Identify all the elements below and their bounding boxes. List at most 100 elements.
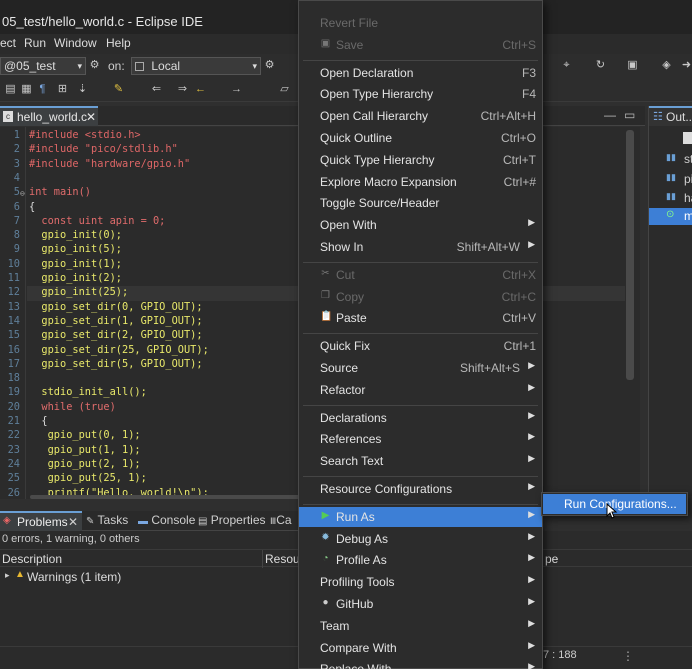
menu-item-debug-as[interactable]: ✹ Debug As ▶ — [299, 529, 542, 549]
menu-item-references[interactable]: References ▶ — [299, 429, 542, 449]
outline-item[interactable]: ▮▮ st — [649, 151, 692, 167]
menu-item-toggle-source-header[interactable]: Toggle Source/Header — [299, 193, 542, 213]
menu-item-quick-fix[interactable]: Quick Fix Ctrl+1 — [299, 336, 542, 356]
more-icon[interactable]: ⋮ — [622, 649, 634, 663]
back-icon[interactable]: ← — [194, 83, 207, 96]
menu-item-compare-with[interactable]: Compare With ▶ — [299, 638, 542, 658]
menu-item-shortcut: F4 — [521, 87, 536, 102]
column-description[interactable]: Description — [2, 552, 62, 566]
pin-icon[interactable]: ⌖ — [560, 59, 573, 72]
minimize-icon[interactable]: — — [604, 108, 616, 122]
menu-item-github[interactable]: ● GitHub ▶ — [299, 594, 542, 614]
menu-item-run-as[interactable]: ▶ Run As ▶ — [299, 506, 542, 527]
gear-icon[interactable]: ⚙ — [88, 59, 101, 72]
submenu-arrow-icon: ▶ — [528, 360, 535, 370]
menu-item-label: Declarations — [320, 410, 387, 425]
menu-item-open-declaration[interactable]: Open Declaration F3 — [299, 63, 542, 83]
launch-target-combo[interactable]: Local ▾ — [131, 57, 261, 75]
line-number: 19 — [7, 386, 20, 399]
perspective-icon[interactable]: ◈ — [660, 59, 673, 72]
tab-call[interactable]: ⅢCa — [270, 513, 292, 527]
menu-item-open-type-hierarchy[interactable]: Open Type Hierarchy F4 — [299, 84, 542, 104]
menu-item-declarations[interactable]: Declarations ▶ — [299, 408, 542, 428]
function-icon: ⊙ — [666, 209, 675, 220]
menu-item-shortcut: Ctrl+O — [500, 131, 536, 145]
debug-icon: ✹ — [321, 531, 330, 543]
warnings-row[interactable]: ▸ ▲ Warnings (1 item) — [0, 569, 298, 585]
menu-run[interactable]: Run — [24, 36, 46, 50]
menu-item-copy: ❐ Copy Ctrl+C — [299, 287, 542, 307]
gear-icon[interactable]: ⚙ — [263, 59, 276, 72]
menu-window[interactable]: Window — [54, 36, 97, 50]
line-number: 17 — [7, 357, 20, 370]
next-annotation-icon[interactable]: ✎ — [112, 83, 125, 96]
menu-item-replace-with[interactable]: Replace With ▶ — [299, 659, 542, 669]
launch-configuration-combo[interactable]: @05_test ▾ — [0, 57, 86, 75]
column-resource[interactable]: Resou — [265, 552, 300, 566]
pin-editor-icon[interactable]: ▱ — [278, 83, 291, 96]
tab-label: hello_world.c — [17, 110, 88, 124]
tab-outline[interactable]: ☷ Out... — [649, 106, 692, 126]
code-line: gpio_set_dir(25, GPIO_OUT); — [29, 343, 209, 356]
expand-icon[interactable]: ▸ — [5, 570, 10, 581]
new-window-icon[interactable]: ▣ — [626, 59, 639, 72]
menu-item-label: Replace With — [320, 662, 391, 669]
forward-icon[interactable]: ➜ — [680, 59, 692, 72]
menu-item-paste[interactable]: 📋 Paste Ctrl+V — [299, 308, 542, 328]
vertical-scrollbar[interactable] — [626, 130, 634, 380]
menu-item-quick-outline[interactable]: Quick Outline Ctrl+O — [299, 128, 542, 148]
outline-item[interactable]: ▮▮ha — [649, 190, 692, 206]
tab-hello-world[interactable]: c hello_world.c ✕ — [0, 106, 98, 126]
back-arrow-icon[interactable]: ⇐ — [150, 83, 163, 96]
tab-console[interactable]: ▬ Console — [138, 513, 195, 527]
menu-item-shortcut: Ctrl+T — [503, 152, 536, 167]
menu-item-explore-macro-expansion[interactable]: Explore Macro Expansion Ctrl+# — [299, 172, 542, 192]
menu-item-source[interactable]: Source Shift+Alt+S ▶ — [299, 358, 542, 378]
submenu-arrow-icon: ▶ — [528, 661, 535, 669]
menu-item-label: Revert File — [320, 16, 379, 30]
annotation-icon[interactable]: ⇣ — [76, 83, 89, 96]
menu-item-shortcut: Ctrl+V — [502, 311, 536, 326]
outline-toolbar-icon[interactable] — [683, 132, 692, 144]
menu-item-quick-type-hierarchy[interactable]: Quick Type Hierarchy Ctrl+T — [299, 150, 542, 170]
github-icon: ● — [322, 597, 329, 608]
menu-item-open-call-hierarchy[interactable]: Open Call Hierarchy Ctrl+Alt+H — [299, 106, 542, 126]
outline-item-selected[interactable]: ⊙ m — [649, 208, 692, 225]
menu-item-cut: ✂ Cut Ctrl+X — [299, 265, 542, 285]
menu-help[interactable]: Help — [106, 36, 131, 50]
menu-item-team[interactable]: Team ▶ — [299, 616, 542, 636]
monitor-icon — [135, 62, 144, 71]
tab-problems[interactable]: ◈ Problems ✕ — [0, 511, 82, 531]
launch-configuration-value: @05_test — [4, 59, 56, 73]
menu-item-profile-as[interactable]: ◔ Profile As ▶ — [299, 550, 542, 570]
menu-item-shortcut: Shift+Alt+S — [459, 361, 520, 375]
menu-item-profiling-tools[interactable]: Profiling Tools ▶ — [299, 572, 542, 592]
menu-project[interactable]: ect — [0, 36, 16, 50]
menu-item-refactor[interactable]: Refactor ▶ — [299, 380, 542, 400]
open-file-icon[interactable]: ▤ — [4, 83, 17, 96]
forward-arrow-icon[interactable]: ⇒ — [176, 83, 189, 96]
column-type[interactable]: pe — [545, 552, 558, 566]
code-line: int main() — [29, 186, 91, 199]
maximize-icon[interactable]: ▭ — [624, 108, 635, 122]
line-number: 23 — [7, 443, 20, 456]
menu-item-label: Show In — [320, 240, 364, 254]
close-icon[interactable]: ✕ — [86, 110, 96, 124]
menu-item-open-with[interactable]: Open With ▶ — [299, 215, 542, 235]
forward-nav-icon[interactable]: → — [230, 83, 243, 96]
outline-item[interactable]: ▮▮pi — [649, 171, 692, 187]
line-number: 1 — [13, 129, 20, 141]
menu-item-resource-configurations[interactable]: Resource Configurations ▶ — [299, 479, 542, 499]
tab-properties[interactable]: ▤ Properties — [198, 513, 266, 527]
line-number: 14 — [7, 314, 20, 327]
menu-item-search-text[interactable]: Search Text ▶ — [299, 451, 542, 471]
tab-tasks[interactable]: ✎ Tasks — [86, 513, 128, 527]
task-icon[interactable]: ▦ — [20, 83, 33, 96]
menu-item-label: Profile As — [336, 553, 387, 568]
refresh-icon[interactable]: ↻ — [594, 59, 607, 72]
toggle-icon[interactable]: ⊞ — [56, 83, 69, 96]
paragraph-icon[interactable]: ¶ — [36, 83, 49, 96]
close-icon[interactable]: ✕ — [68, 515, 78, 529]
menu-item-show-in[interactable]: Show In Shift+Alt+W ▶ — [299, 237, 542, 257]
fold-icon[interactable]: ⊖ — [20, 189, 25, 198]
